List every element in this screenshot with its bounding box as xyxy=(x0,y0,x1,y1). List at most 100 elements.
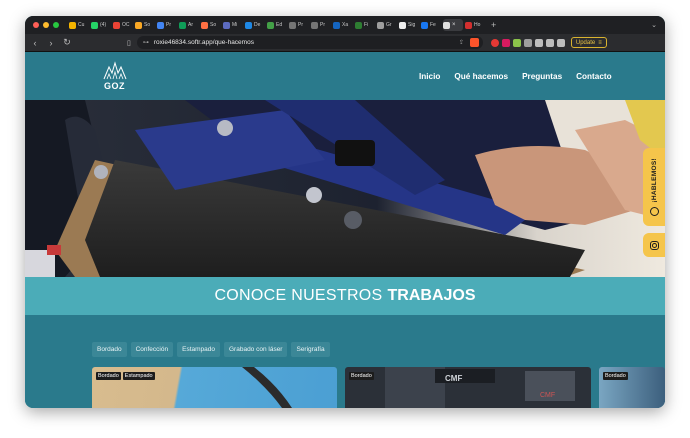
browser-tab[interactable]: Xa xyxy=(333,19,353,31)
forward-arrow-icon[interactable]: › xyxy=(45,38,57,48)
browser-tab[interactable]: Ho xyxy=(465,19,485,31)
whatsapp-floating-button[interactable]: ¡HABLEMOS! xyxy=(643,148,665,226)
wallet-icon[interactable] xyxy=(545,38,554,47)
tab-label: (4) xyxy=(100,22,107,28)
minimize-window-button[interactable] xyxy=(43,22,49,28)
card-tag: Bordado xyxy=(96,372,121,380)
svg-text:CMF: CMF xyxy=(540,392,555,399)
site-header: GOZ Inicio Qué hacemos Preguntas Contact… xyxy=(25,53,665,100)
browser-tab[interactable]: Mi xyxy=(223,19,243,31)
tab-label: De xyxy=(254,22,261,28)
nav-inicio[interactable]: Inicio xyxy=(419,72,440,81)
filter-serigrafia[interactable]: Serigrafía xyxy=(291,342,330,357)
tab-favicon-icon xyxy=(355,21,362,29)
site-settings-icon[interactable]: ⊶ xyxy=(143,39,149,46)
tab-favicon-icon xyxy=(179,21,186,29)
browser-tab[interactable]: Ar xyxy=(179,19,199,31)
tab-label: So xyxy=(210,22,217,28)
update-button[interactable]: Update ≡ xyxy=(570,37,607,48)
reload-icon[interactable]: ↻ xyxy=(61,37,73,48)
card-photo: CMF CMF xyxy=(385,367,575,408)
tab-favicon-icon xyxy=(91,21,98,29)
browser-tab[interactable]: Cu xyxy=(69,19,89,31)
browser-toolbar: ‹ › ↻ ▯ ⊶ roxie46834.softr.app/que-hacem… xyxy=(25,34,665,52)
url-text[interactable]: roxie46834.softr.app/que-hacemos xyxy=(154,39,254,46)
works-banner: CONOCE NUESTROS TRABAJOS xyxy=(25,277,665,315)
logo-text: GOZ xyxy=(104,81,125,91)
browser-tab[interactable]: So xyxy=(201,19,221,31)
card-tag: Bordado xyxy=(603,372,628,380)
extension-puzzle-icon[interactable] xyxy=(523,38,532,47)
svg-text:CMF: CMF xyxy=(445,374,462,383)
browser-tab[interactable]: De xyxy=(245,19,265,31)
close-tab-icon[interactable]: × xyxy=(452,22,456,28)
browser-tab[interactable]: Sig xyxy=(399,19,419,31)
tab-favicon-icon xyxy=(267,21,274,29)
tab-strip: Cu (4) OC So Pr Ar So Mi De Ed Pr Pr Xa Fi Gr Sig Fe × Ho xyxy=(69,19,487,31)
filter-bordado[interactable]: Bordado xyxy=(92,342,127,357)
maximize-window-button[interactable] xyxy=(53,22,59,28)
tab-label: Xa xyxy=(342,22,349,28)
website: GOZ Inicio Qué hacemos Preguntas Contact… xyxy=(25,53,665,408)
mountain-logo-icon xyxy=(103,61,127,80)
tab-favicon-icon xyxy=(223,21,230,29)
tab-favicon-icon xyxy=(377,21,384,29)
extension-pink-icon[interactable] xyxy=(501,38,510,47)
filter-grabado-laser[interactable]: Grabado con láser xyxy=(224,342,288,357)
site-logo[interactable]: GOZ xyxy=(103,61,127,93)
tab-label: Cu xyxy=(78,22,85,28)
tab-favicon-icon xyxy=(465,21,472,29)
nav-que-hacemos[interactable]: Qué hacemos xyxy=(454,72,508,81)
share-icon[interactable]: ⇪ xyxy=(459,39,464,46)
work-card[interactable]: CMF CMF Bordado xyxy=(345,367,591,408)
extension-green-icon[interactable] xyxy=(512,38,521,47)
new-tab-button[interactable]: + xyxy=(491,20,496,30)
instagram-icon xyxy=(649,240,659,250)
back-arrow-icon[interactable]: ‹ xyxy=(29,38,41,48)
browser-tab[interactable]: Gr xyxy=(377,19,397,31)
nav-preguntas[interactable]: Preguntas xyxy=(522,72,562,81)
tab-label: Fi xyxy=(364,22,369,28)
browser-tab[interactable]: So xyxy=(135,19,155,31)
filter-confeccion[interactable]: Confección xyxy=(130,342,174,357)
tab-label: Gr xyxy=(386,22,392,28)
brave-shields-icon[interactable] xyxy=(469,38,479,47)
tab-favicon-icon xyxy=(399,21,406,29)
leo-ai-icon[interactable] xyxy=(556,38,565,47)
card-tags: Bordado xyxy=(603,372,628,380)
close-window-button[interactable] xyxy=(33,22,39,28)
extension-red-icon[interactable] xyxy=(490,38,499,47)
browser-tab[interactable]: OC xyxy=(113,19,133,31)
browser-tab[interactable]: Pr xyxy=(311,19,331,31)
tab-list-chevron-icon[interactable]: ⌄ xyxy=(651,21,657,29)
browser-tab[interactable]: Fi xyxy=(355,19,375,31)
card-tag: Bordado xyxy=(349,372,374,380)
browser-tab[interactable]: Pr xyxy=(289,19,309,31)
category-filters: Bordado Confección Estampado Grabado con… xyxy=(92,342,330,357)
tab-label: Ed xyxy=(276,22,283,28)
tab-label: OC xyxy=(122,22,130,28)
sidebar-toggle-icon[interactable] xyxy=(534,38,543,47)
browser-tab[interactable]: (4) xyxy=(91,19,111,31)
tab-favicon-icon xyxy=(157,21,164,29)
bookmark-icon[interactable]: ▯ xyxy=(127,39,131,47)
tab-favicon-icon xyxy=(311,21,318,29)
browser-tab[interactable]: Ed xyxy=(267,19,287,31)
card-tag: Estampado xyxy=(122,372,155,380)
browser-tab[interactable]: × xyxy=(443,19,463,31)
update-label: Update xyxy=(575,39,596,46)
work-card[interactable]: Bordado xyxy=(599,367,665,408)
tab-favicon-icon xyxy=(421,21,428,29)
card-tags: Bordado Estampado xyxy=(96,372,155,380)
address-bar[interactable]: ⊶ roxie46834.softr.app/que-hacemos ⇪ xyxy=(136,36,483,49)
filter-estampado[interactable]: Estampado xyxy=(177,342,220,357)
instagram-floating-button[interactable] xyxy=(643,233,665,257)
work-card[interactable]: Bordado Estampado xyxy=(92,367,337,408)
tab-favicon-icon xyxy=(289,21,296,29)
nav-contacto[interactable]: Contacto xyxy=(576,72,611,81)
main-nav: Inicio Qué hacemos Preguntas Contacto xyxy=(419,72,612,81)
banner-bold-text: TRABAJOS xyxy=(387,287,476,304)
browser-tab[interactable]: Pr xyxy=(157,19,177,31)
tab-label: Ar xyxy=(188,22,193,28)
browser-tab[interactable]: Fe xyxy=(421,19,441,31)
